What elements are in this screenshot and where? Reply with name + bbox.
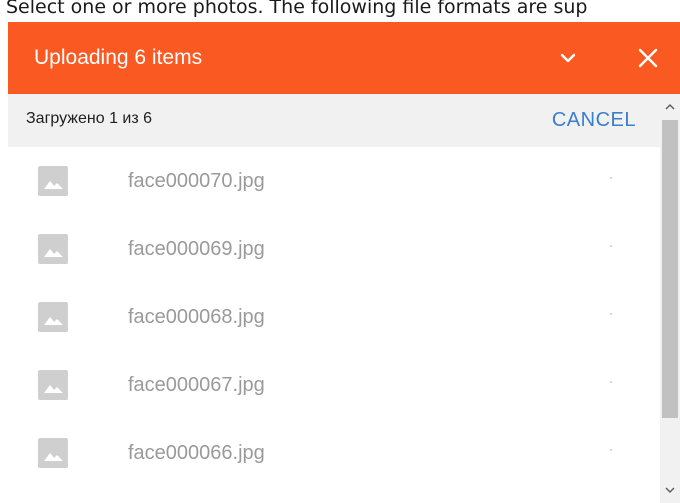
image-icon <box>38 166 68 196</box>
image-icon <box>38 438 68 468</box>
upload-status-indicator <box>610 449 612 451</box>
upload-panel: Uploading 6 items Загружено 1 из 6 CANCE… <box>8 22 680 503</box>
list-item[interactable]: face000066.jpg <box>8 419 660 487</box>
upload-status-indicator <box>610 313 612 315</box>
file-name: face000070.jpg <box>128 170 265 192</box>
image-icon <box>38 370 68 400</box>
list-item[interactable]: face000070.jpg <box>8 147 660 215</box>
file-name: face000069.jpg <box>128 238 265 260</box>
upload-status-indicator <box>610 245 612 247</box>
file-name: face000068.jpg <box>128 306 265 328</box>
cancel-button[interactable]: CANCEL <box>552 94 636 147</box>
scrollbar-thumb[interactable] <box>662 120 678 418</box>
scroll-down-button[interactable] <box>660 479 680 501</box>
file-name: face000067.jpg <box>128 374 265 396</box>
list-item[interactable]: face000067.jpg <box>8 351 660 419</box>
close-icon <box>638 48 658 68</box>
chevron-down-icon <box>665 487 675 494</box>
file-name: face000066.jpg <box>128 442 265 464</box>
upload-progress-text: Загружено 1 из 6 <box>26 110 153 127</box>
list-item[interactable]: face000068.jpg <box>8 283 660 351</box>
upload-status-bar: Загружено 1 из 6 CANCEL <box>8 94 660 147</box>
upload-status-indicator <box>610 381 612 383</box>
file-list: face000070.jpg face000069.jpg face000068… <box>8 147 660 503</box>
upload-status-indicator <box>610 177 612 179</box>
chevron-down-icon <box>560 53 576 63</box>
collapse-button[interactable] <box>548 38 588 78</box>
page-instructions: Select one or more photos. The following… <box>6 0 588 18</box>
image-icon <box>38 234 68 264</box>
upload-page: Select one or more photos. The following… <box>0 0 680 503</box>
vertical-scrollbar[interactable] <box>660 94 680 503</box>
image-icon <box>38 302 68 332</box>
close-button[interactable] <box>628 38 668 78</box>
scroll-up-button[interactable] <box>660 96 680 118</box>
list-item[interactable]: face000069.jpg <box>8 215 660 283</box>
upload-title: Uploading 6 items <box>34 46 203 69</box>
chevron-up-icon <box>665 103 675 110</box>
upload-header: Uploading 6 items <box>8 22 680 94</box>
